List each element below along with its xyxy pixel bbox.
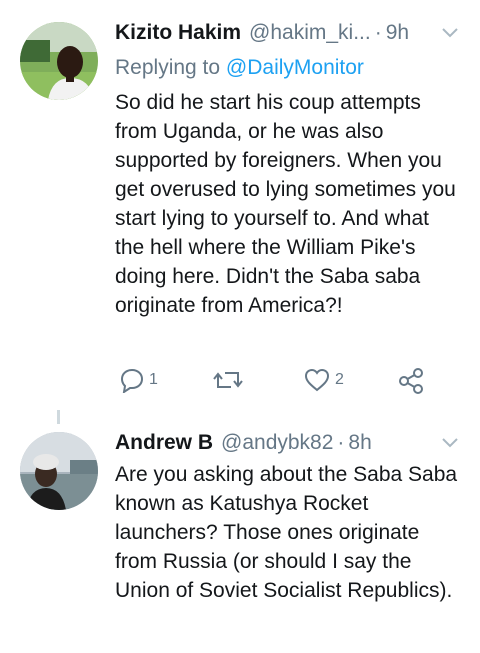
tweet-text: So did he start his coup attempts from U… [115,91,456,317]
tweet-header: Andrew B @andybk82 · 8h [115,428,460,458]
tweet-1[interactable]: Kizito Hakim @hakim_ki... · 9h Replying … [0,0,480,410]
replying-prefix: Replying to [115,56,221,79]
replying-to-mention[interactable]: @DailyMonitor [226,56,364,79]
avatar[interactable] [20,432,98,510]
timestamp[interactable]: 9h [386,21,409,45]
display-name[interactable]: Andrew B [115,431,213,455]
chevron-down-icon[interactable] [440,24,460,42]
tweet-actions: 1 2 [115,367,450,397]
separator: · [374,21,382,44]
avatar[interactable] [20,22,98,100]
replying-to: Replying to @DailyMonitor [115,56,364,80]
separator: · [337,431,345,454]
retweet-icon [213,372,243,388]
user-handle[interactable]: @hakim_ki... [249,21,371,45]
tweet-2[interactable]: Andrew B @andybk82 · 8h Are you asking a… [0,420,480,653]
display-name[interactable]: Kizito Hakim [115,21,241,45]
tweet-header: Kizito Hakim @hakim_ki... · 9h [115,18,460,48]
reply-icon [120,368,144,393]
share-icon [399,368,423,394]
like-button[interactable]: 2 [303,367,344,393]
like-count: 2 [335,371,344,388]
share-button[interactable] [397,367,425,395]
reply-button[interactable]: 1 [119,367,158,393]
heart-icon [304,368,330,392]
chevron-down-icon[interactable] [440,434,460,452]
reply-count: 1 [149,371,158,388]
user-handle[interactable]: @andybk82 [221,431,333,455]
retweet-button[interactable] [213,367,243,393]
tweet-text: Are you asking about the Saba Saba known… [115,463,458,602]
timestamp[interactable]: 8h [348,431,371,455]
